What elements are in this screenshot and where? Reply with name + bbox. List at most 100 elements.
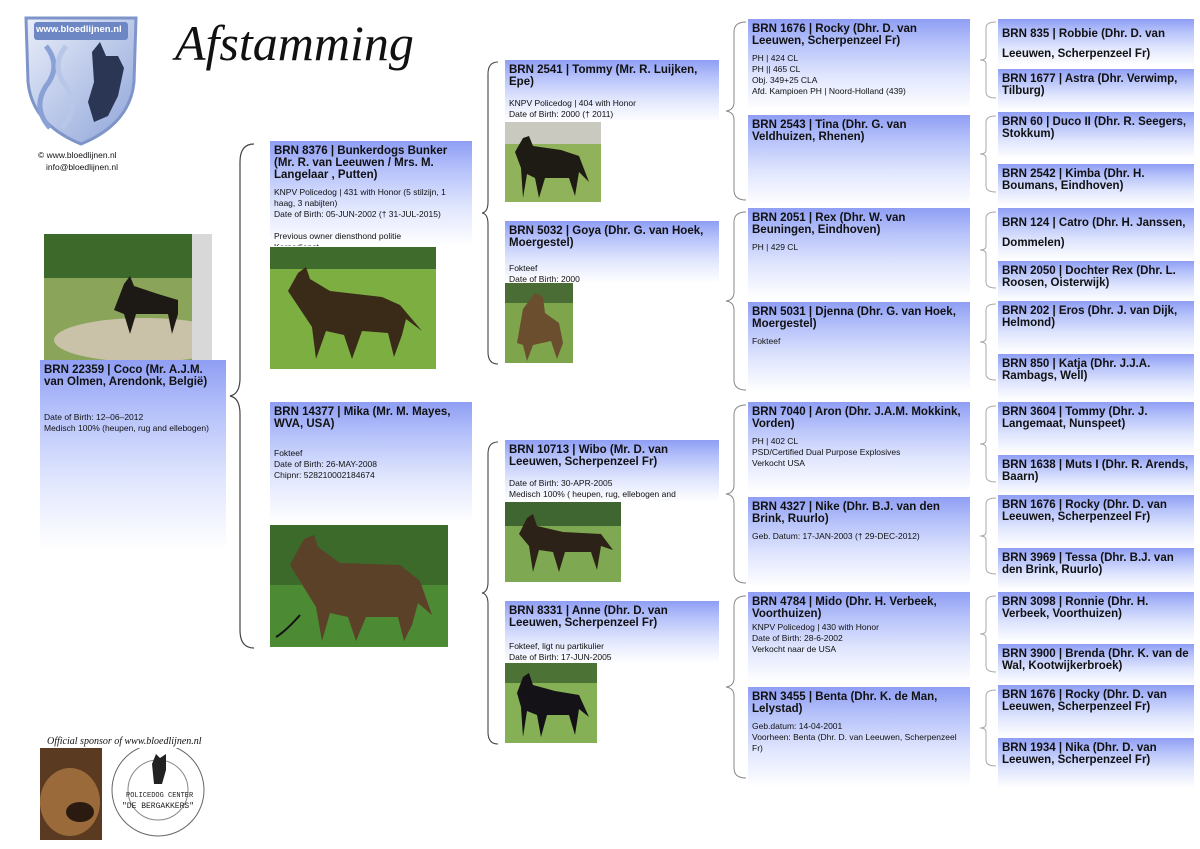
bunker-photo xyxy=(270,247,436,369)
logo-text: www.bloedlijnen.nl xyxy=(36,24,122,35)
coco-card[interactable]: BRN 22359 | Coco (Mr. A.J.M. van Olmen, … xyxy=(40,360,226,550)
ggp-card-8[interactable]: BRN 3455 | Benta (Dhr. K. de Man, Lelyst… xyxy=(748,687,970,787)
gen4-name-15: BRN 1676 | Rocky (Dhr. D. van Leeuwen, S… xyxy=(1002,689,1167,713)
ggp-card-6[interactable]: BRN 4327 | Nike (Dhr. B.J. van den Brink… xyxy=(748,497,970,587)
coco-info: Date of Birth: 12–06–2012 Medisch 100% (… xyxy=(44,412,209,433)
gen4-name-10: BRN 1638 | Muts I (Dhr. R. Arends, Baarn… xyxy=(1002,459,1189,483)
brace-g4-6 xyxy=(978,496,998,576)
gen4-card-9[interactable]: BRN 3604 | Tommy (Dhr. J. Langemaat, Nun… xyxy=(998,402,1194,454)
sponsor-text: Official sponsor of www.bloedlijnen.nl xyxy=(47,736,202,747)
ggp-card-2[interactable]: BRN 2543 | Tina (Dhr. G. van Veldhuizen,… xyxy=(748,115,970,205)
gen4-card-14[interactable]: BRN 3900 | Brenda (Dhr. K. van de Wal, K… xyxy=(998,644,1194,684)
gen4-name-7: BRN 202 | Eros (Dhr. J. van Dijk, Helmon… xyxy=(1002,305,1178,329)
email-text[interactable]: info@bloedlijnen.nl xyxy=(46,162,118,172)
grandparent-info-2: Fokteef Date of Birth: 2000 xyxy=(509,263,580,283)
brace-dog xyxy=(228,142,258,650)
parent-card-sire[interactable]: BRN 8376 | Bunkerdogs Bunker (Mr. R. van… xyxy=(270,141,472,246)
ggp-name-6: BRN 4327 | Nike (Dhr. B.J. van den Brink… xyxy=(752,501,940,525)
sponsor-banner[interactable]: POLICEDOG CENTER "DE BERGAKKERS" xyxy=(40,748,218,840)
ggp-card-3[interactable]: BRN 2051 | Rex (Dhr. W. van Beuningen, E… xyxy=(748,208,970,298)
ggp-info-8: Geb.datum: 14-04-2001 Voorheen: Benta (D… xyxy=(752,721,957,753)
gen4-card-13[interactable]: BRN 3098 | Ronnie (Dhr. H. Verbeek, Voor… xyxy=(998,592,1194,642)
grandparent-card-3[interactable]: BRN 10713 | Wibo (Mr. D. van Leeuwen, Sc… xyxy=(505,440,719,502)
ggp-info-3: PH | 429 CL xyxy=(752,242,799,252)
grandparent-name-1: BRN 2541 | Tommy (Mr. R. Luijken, Epe) xyxy=(509,64,698,88)
brace-gp1 xyxy=(724,20,748,202)
grandparent-name-4: BRN 8331 | Anne (Dhr. D. van Leeuwen, Sc… xyxy=(509,605,668,629)
gen4-name-13: BRN 3098 | Ronnie (Dhr. H. Verbeek, Voor… xyxy=(1002,596,1149,620)
gen4-card-5[interactable]: BRN 124 | Catro (Dhr. H. Janssen, Dommel… xyxy=(998,208,1194,260)
grandparent-name-3: BRN 10713 | Wibo (Mr. D. van Leeuwen, Sc… xyxy=(509,444,669,468)
ggp-name-4: BRN 5031 | Djenna (Dhr. G. van Hoek, Moe… xyxy=(752,306,956,330)
ggp-card-4[interactable]: BRN 5031 | Djenna (Dhr. G. van Hoek, Moe… xyxy=(748,302,970,392)
grandparent-info-1: KNPV Policedog | 404 with Honor Date of … xyxy=(509,98,636,119)
gen4-card-7[interactable]: BRN 202 | Eros (Dhr. J. van Dijk, Helmon… xyxy=(998,301,1194,353)
sponsor-name: POLICEDOG CENTER xyxy=(126,792,194,800)
brace-dam xyxy=(480,440,500,746)
grandparent-card-1[interactable]: BRN 2541 | Tommy (Mr. R. Luijken, Epe) K… xyxy=(505,60,719,122)
parent-info-sire: KNPV Policedog | 431 with Honor (5 stilz… xyxy=(274,187,446,246)
gen4-name-11: BRN 1676 | Rocky (Dhr. D. van Leeuwen, S… xyxy=(1002,499,1167,523)
brace-g4-7 xyxy=(978,594,998,674)
gen4-card-11[interactable]: BRN 1676 | Rocky (Dhr. D. van Leeuwen, S… xyxy=(998,495,1194,547)
brace-gp4 xyxy=(724,594,748,780)
parent-card-dam[interactable]: BRN 14377 | Mika (Mr. M. Mayes, WVA, USA… xyxy=(270,402,472,522)
ggp-name-2: BRN 2543 | Tina (Dhr. G. van Veldhuizen,… xyxy=(752,119,907,143)
gen4-name-8: BRN 850 | Katja (Dhr. J.J.A. Rambags, We… xyxy=(1002,358,1151,382)
gen4-name-2: BRN 1677 | Astra (Dhr. Verwimp, Tilburg) xyxy=(1002,73,1178,97)
gen4-name-1: BRN 835 | Robbie (Dhr. D. van Leeuwen, S… xyxy=(1002,28,1165,60)
brace-gp3 xyxy=(724,403,748,585)
goya-photo xyxy=(505,283,573,363)
gen4-name-9: BRN 3604 | Tommy (Dhr. J. Langemaat, Nun… xyxy=(1002,406,1148,430)
ggp-name-7: BRN 4784 | Mido (Dhr. H. Verbeek, Voorth… xyxy=(752,596,937,620)
ggp-name-1: BRN 1676 | Rocky (Dhr. D. van Leeuwen, S… xyxy=(752,23,917,47)
gen4-name-16: BRN 1934 | Nika (Dhr. D. van Leeuwen, Sc… xyxy=(1002,742,1157,766)
ggp-info-7: KNPV Policedog | 430 with Honor Date of … xyxy=(752,622,879,654)
tommy-photo xyxy=(505,122,601,202)
gen4-card-10[interactable]: BRN 1638 | Muts I (Dhr. R. Arends, Baarn… xyxy=(998,455,1194,495)
gen4-name-5: BRN 124 | Catro (Dhr. H. Janssen, Dommel… xyxy=(1002,217,1186,249)
brace-g4-5 xyxy=(978,404,998,484)
website-text[interactable]: © www.bloedlijnen.nl xyxy=(38,150,117,160)
grandparent-info-4: Fokteef, ligt nu partikulier Date of Bir… xyxy=(509,641,612,662)
gen4-card-6[interactable]: BRN 2050 | Dochter Rex (Dhr. L. Roosen, … xyxy=(998,261,1194,301)
gen4-card-8[interactable]: BRN 850 | Katja (Dhr. J.J.A. Rambags, We… xyxy=(998,354,1194,400)
coco-photo xyxy=(44,234,212,360)
grandparent-name-2: BRN 5032 | Goya (Dhr. G. van Hoek, Moerg… xyxy=(509,225,704,249)
gen4-name-12: BRN 3969 | Tessa (Dhr. B.J. van den Brin… xyxy=(1002,552,1174,576)
ggp-name-5: BRN 7040 | Aron (Dhr. J.A.M. Mokkink, Vo… xyxy=(752,406,961,430)
gen4-card-1[interactable]: BRN 835 | Robbie (Dhr. D. van Leeuwen, S… xyxy=(998,19,1194,65)
brace-g4-3 xyxy=(978,210,998,290)
parent-info-dam: Fokteef Date of Birth: 26-MAY-2008 Chipn… xyxy=(274,448,378,480)
ggp-info-4: Fokteef xyxy=(752,336,781,346)
gen4-card-2[interactable]: BRN 1677 | Astra (Dhr. Verwimp, Tilburg) xyxy=(998,69,1194,111)
parent-name-sire: BRN 8376 | Bunkerdogs Bunker (Mr. R. van… xyxy=(274,145,448,181)
ggp-card-1[interactable]: BRN 1676 | Rocky (Dhr. D. van Leeuwen, S… xyxy=(748,19,970,109)
ggp-info-5: PH | 402 CL PSD/Certified Dual Purpose E… xyxy=(752,436,901,468)
mika-photo xyxy=(270,525,448,647)
parent-name-dam: BRN 14377 | Mika (Mr. M. Mayes, WVA, USA… xyxy=(274,406,451,430)
gen4-card-16[interactable]: BRN 1934 | Nika (Dhr. D. van Leeuwen, Sc… xyxy=(998,738,1194,788)
gen4-card-4[interactable]: BRN 2542 | Kimba (Dhr. H. Boumans, Eindh… xyxy=(998,164,1194,206)
gen4-card-12[interactable]: BRN 3969 | Tessa (Dhr. B.J. van den Brin… xyxy=(998,548,1194,590)
ggp-card-7[interactable]: BRN 4784 | Mido (Dhr. H. Verbeek, Voorth… xyxy=(748,592,970,682)
gen4-name-3: BRN 60 | Duco II (Dhr. R. Seegers, Stokk… xyxy=(1002,116,1187,140)
gen4-card-15[interactable]: BRN 1676 | Rocky (Dhr. D. van Leeuwen, S… xyxy=(998,685,1194,737)
ggp-name-3: BRN 2051 | Rex (Dhr. W. van Beuningen, E… xyxy=(752,212,906,236)
ggp-info-1: PH | 424 CL PH || 465 CL Obj. 349+25 CLA… xyxy=(752,53,906,96)
wibo-photo xyxy=(505,502,621,582)
sponsor-sub: "DE BERGAKKERS" xyxy=(122,802,195,811)
brace-g4-8 xyxy=(978,688,998,768)
brace-g4-1 xyxy=(978,20,998,100)
grandparent-card-4[interactable]: BRN 8331 | Anne (Dhr. D. van Leeuwen, Sc… xyxy=(505,601,719,663)
gen4-name-14: BRN 3900 | Brenda (Dhr. K. van de Wal, K… xyxy=(1002,648,1189,672)
ggp-card-5[interactable]: BRN 7040 | Aron (Dhr. J.A.M. Mokkink, Vo… xyxy=(748,402,970,492)
bloedlijnen-logo[interactable]: www.bloedlijnen.nl xyxy=(22,12,140,148)
grandparent-info-3: Date of Birth: 30-APR-2005 Medisch 100% … xyxy=(509,478,676,499)
ggp-info-6: Geb. Datum: 17-JAN-2003 († 29-DEC-2012) xyxy=(752,531,920,541)
page-title: Afstamming xyxy=(175,15,414,71)
brace-gp2 xyxy=(724,210,748,392)
grandparent-card-2[interactable]: BRN 5032 | Goya (Dhr. G. van Hoek, Moerg… xyxy=(505,221,719,283)
anne-photo xyxy=(505,663,597,743)
gen4-card-3[interactable]: BRN 60 | Duco II (Dhr. R. Seegers, Stokk… xyxy=(998,112,1194,158)
